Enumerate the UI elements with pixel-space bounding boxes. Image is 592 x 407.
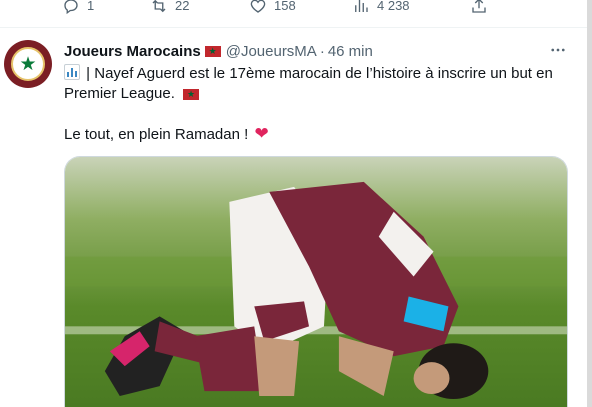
- heart-icon: [250, 0, 266, 13]
- retweet-icon: [152, 0, 166, 13]
- tweet-header: Joueurs Marocains @JoueursMA · 46 min: [64, 41, 373, 61]
- tweet-media-image[interactable]: [64, 156, 568, 407]
- share-button[interactable]: [470, 0, 488, 15]
- more-options-button[interactable]: [548, 40, 568, 60]
- tweet-divider: [0, 27, 592, 28]
- avatar-crest: ★: [11, 47, 45, 81]
- tweet-action-bar: 1 22 158 4 238: [0, 0, 592, 16]
- header-separator: ·: [319, 42, 325, 60]
- bar-chart-emoji-icon: [64, 64, 80, 80]
- crest-star-icon: ★: [19, 53, 37, 75]
- like-button[interactable]: 158: [249, 0, 296, 15]
- player-praying-photo: [65, 157, 567, 407]
- reply-button[interactable]: 1: [62, 0, 94, 15]
- author-name[interactable]: Joueurs Marocains: [64, 43, 201, 60]
- more-icon: [551, 48, 565, 52]
- share-icon: [472, 0, 486, 13]
- tweet-time[interactable]: 46 min: [328, 43, 373, 60]
- scrollbar-thumb[interactable]: [587, 0, 592, 407]
- views-count: 4 238: [377, 0, 410, 13]
- retweet-button[interactable]: 22: [150, 0, 189, 15]
- tweet-text-line1: | Nayef Aguerd est le 17ème marocain de …: [64, 65, 553, 102]
- author-handle[interactable]: @JoueursMA: [226, 43, 317, 60]
- morocco-flag-icon: [183, 88, 200, 100]
- reply-icon: [64, 0, 78, 15]
- views-button[interactable]: 4 238: [352, 0, 410, 15]
- avatar[interactable]: ★: [4, 40, 52, 88]
- tweet-text: | Nayef Aguerd est le 17ème marocain de …: [64, 64, 564, 104]
- tweet-text-line2-wrap: Le tout, en plein Ramadan ! ❤: [64, 124, 269, 145]
- analytics-icon: [355, 0, 368, 12]
- morocco-flag-icon: [204, 45, 221, 57]
- red-heart-emoji-icon: ❤: [254, 124, 269, 143]
- like-count: 158: [274, 0, 296, 13]
- reply-count: 1: [87, 0, 95, 13]
- retweet-count: 22: [175, 0, 190, 13]
- tweet-text-line2: Le tout, en plein Ramadan !: [64, 126, 249, 143]
- scrollbar-track[interactable]: [587, 0, 592, 407]
